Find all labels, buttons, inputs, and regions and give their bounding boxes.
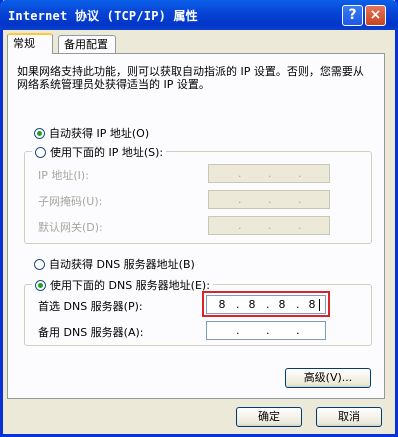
gateway-dot-2: . [268,219,272,232]
ip-dot-2: . [268,167,272,180]
ip-dot-1: . [238,167,242,180]
advanced-button[interactable]: 高级(V)... [285,368,371,388]
radio-manual-ip-indicator[interactable] [35,146,46,158]
alternate-dns-dot-1: . [236,324,240,337]
radio-manual-ip[interactable]: 使用下面的 IP 地址(S): [32,144,167,160]
radio-auto-dns-indicator[interactable] [34,258,45,270]
cancel-button[interactable]: 取消 [316,407,382,427]
gateway-dot-1: . [238,219,242,232]
default-gateway-label: 默认网关(D): [38,221,103,234]
window-title: Internet 协议 (TCP/IP) 属性 [8,9,198,23]
alternate-dns-input[interactable]: . . . [206,321,326,340]
help-button[interactable]: ? [342,5,363,26]
ip-address-input: . . . [208,164,330,183]
alternate-dns-label: 备用 DNS 服务器(A): [38,326,144,339]
ip-address-label: IP 地址(I): [38,169,89,182]
ok-button[interactable]: 确定 [236,407,302,427]
highlight-annotation [202,291,330,317]
radio-manual-ip-label: 使用下面的 IP 地址(S): [50,146,164,159]
subnet-dot-2: . [268,193,272,206]
tab-general[interactable]: 常规 [7,33,53,54]
radio-auto-dns-label: 自动获得 DNS 服务器地址(B) [49,258,195,271]
subnet-dot-1: . [238,193,242,206]
alternate-dns-dot-2: . [266,324,270,337]
radio-auto-ip-label: 自动获得 IP 地址(O) [49,127,150,140]
radio-manual-dns[interactable]: 使用下面的 DNS 服务器地址(E): [32,277,213,293]
radio-auto-ip[interactable]: 自动获得 IP 地址(O) [34,125,149,141]
radio-manual-dns-indicator[interactable] [35,279,46,291]
description-text: 如果网络支持此功能，则可以获取自动指派的 IP 设置。否则，您需要从网络系统管理… [17,65,364,91]
radio-auto-dns[interactable]: 自动获得 DNS 服务器地址(B) [34,256,195,272]
default-gateway-input: . . . [208,216,330,235]
radio-manual-dns-label: 使用下面的 DNS 服务器地址(E): [50,279,210,292]
close-button[interactable]: × [365,5,386,26]
tab-alternate-config[interactable]: 备用配置 [58,35,116,53]
title-bar[interactable]: Internet 协议 (TCP/IP) 属性 ? × [0,0,398,30]
gateway-dot-3: . [298,219,302,232]
subnet-mask-label: 子网掩码(U): [38,195,103,208]
radio-auto-ip-indicator[interactable] [34,127,45,139]
alternate-dns-dot-3: . [296,324,300,337]
preferred-dns-label: 首选 DNS 服务器(P): [38,300,143,313]
subnet-mask-input: . . . [208,190,330,209]
subnet-dot-3: . [298,193,302,206]
ip-dot-3: . [298,167,302,180]
